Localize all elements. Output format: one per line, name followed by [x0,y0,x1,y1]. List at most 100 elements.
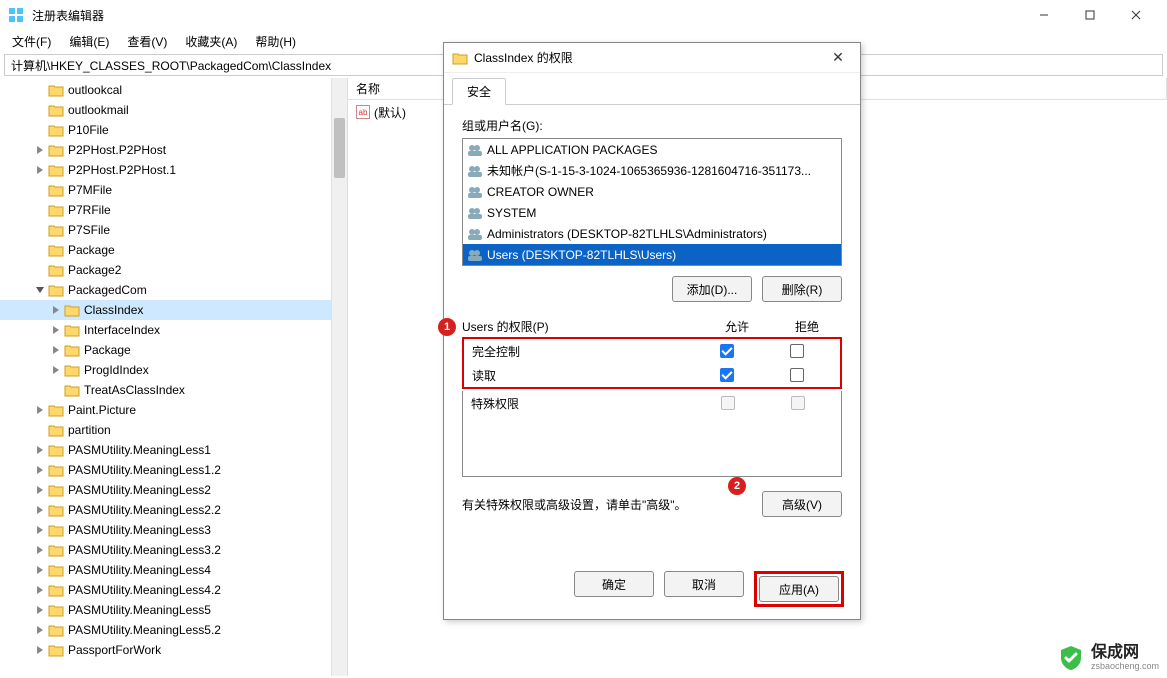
deny-read-checkbox[interactable] [790,368,804,382]
menu-favorites[interactable]: 收藏夹(A) [177,31,245,52]
dialog-titlebar[interactable]: ClassIndex 的权限 ✕ [444,43,860,73]
tree-row[interactable]: TreatAsClassIndex [0,380,347,400]
menu-edit[interactable]: 编辑(E) [61,31,117,52]
advanced-text: 有关特殊权限或高级设置，请单击"高级"。 [462,496,754,513]
tree-row[interactable]: PASMUtility.MeaningLess4.2 [0,580,347,600]
user-name: Users (DESKTOP-82TLHLS\Users) [487,248,676,262]
expander-icon[interactable] [32,586,48,594]
dialog-close-button[interactable]: ✕ [824,49,852,66]
registry-tree[interactable]: outlookcaloutlookmailP10FileP2PHost.P2PH… [0,78,347,662]
tree-row[interactable]: PASMUtility.MeaningLess2 [0,480,347,500]
menu-file[interactable]: 文件(F) [4,31,59,52]
tree-row[interactable]: PassportForWork [0,640,347,660]
folder-icon [48,183,64,197]
tree-row[interactable]: outlookcal [0,80,347,100]
maximize-button[interactable] [1067,0,1113,30]
perm-name: 读取 [472,367,692,384]
user-row[interactable]: Users (DESKTOP-82TLHLS\Users) [463,244,841,265]
tree-scrollbar[interactable] [331,78,347,676]
minimize-button[interactable] [1021,0,1067,30]
watermark: 保成网 zsbaocheng.com [1057,644,1159,672]
expander-icon[interactable] [32,486,48,494]
tree-row[interactable]: P10File [0,120,347,140]
add-button[interactable]: 添加(D)... [672,276,752,302]
expander-icon[interactable] [32,526,48,534]
watermark-url: zsbaocheng.com [1091,662,1159,672]
tree-label: Package [84,343,131,357]
deny-full-control-checkbox[interactable] [790,344,804,358]
close-button[interactable] [1113,0,1159,30]
tree-row[interactable]: P7SFile [0,220,347,240]
user-row[interactable]: 未知帐户(S-1-15-3-1024-1065365936-1281604716… [463,160,841,181]
folder-icon [48,563,64,577]
expander-icon[interactable] [32,446,48,454]
tree-row[interactable]: PASMUtility.MeaningLess4 [0,560,347,580]
ok-button[interactable]: 确定 [574,571,654,597]
tree-row[interactable]: PASMUtility.MeaningLess1.2 [0,460,347,480]
expander-icon[interactable] [32,626,48,634]
folder-icon [48,223,64,237]
tree-row[interactable]: P2PHost.P2PHost [0,140,347,160]
tree-row[interactable]: P7RFile [0,200,347,220]
tree-row[interactable]: Package [0,240,347,260]
tree-row[interactable]: Package [0,340,347,360]
expander-icon[interactable] [32,506,48,514]
user-name: ALL APPLICATION PACKAGES [487,143,658,157]
user-row[interactable]: CREATOR OWNER [463,181,841,202]
tree-row[interactable]: partition [0,420,347,440]
expander-icon[interactable] [32,606,48,614]
expander-icon[interactable] [32,406,48,414]
expander-icon[interactable] [32,146,48,154]
tree-row[interactable]: PASMUtility.MeaningLess3.2 [0,540,347,560]
tree-row[interactable]: PASMUtility.MeaningLess3 [0,520,347,540]
expander-icon[interactable] [48,306,64,314]
tree-row[interactable]: ProgIdIndex [0,360,347,380]
expander-icon[interactable] [32,566,48,574]
annotation-badge-1: 1 [438,318,456,336]
expander-icon[interactable] [32,166,48,174]
allow-full-control-checkbox[interactable] [720,344,734,358]
folder-icon [452,51,468,65]
folder-icon [64,343,80,357]
folder-icon [48,483,64,497]
expander-icon[interactable] [48,326,64,334]
folder-icon [48,203,64,217]
user-name: 未知帐户(S-1-15-3-1024-1065365936-1281604716… [487,162,811,179]
expander-icon[interactable] [32,646,48,654]
user-row[interactable]: SYSTEM [463,202,841,223]
tree-row[interactable]: PASMUtility.MeaningLess5.2 [0,620,347,640]
folder-icon [64,303,80,317]
tree-row[interactable]: ClassIndex [0,300,347,320]
folder-icon [48,403,64,417]
tree-row[interactable]: PASMUtility.MeaningLess2.2 [0,500,347,520]
tree-row[interactable]: Package2 [0,260,347,280]
group-users-label: 组或用户名(G): [462,117,842,134]
tree-row[interactable]: P2PHost.P2PHost.1 [0,160,347,180]
permissions-dialog: ClassIndex 的权限 ✕ 安全 组或用户名(G): ALL APPLIC… [443,42,861,620]
tree-row[interactable]: P7MFile [0,180,347,200]
tree-row[interactable]: InterfaceIndex [0,320,347,340]
watermark-name: 保成网 [1091,644,1159,662]
perm-row-special: 特殊权限 [463,391,841,415]
expander-icon[interactable] [48,366,64,374]
tree-row[interactable]: Paint.Picture [0,400,347,420]
cancel-button[interactable]: 取消 [664,571,744,597]
expander-icon[interactable] [32,466,48,474]
apply-button[interactable]: 应用(A) [759,576,839,602]
expander-icon[interactable] [32,546,48,554]
advanced-button[interactable]: 高级(V) [762,491,842,517]
tree-row[interactable]: PASMUtility.MeaningLess1 [0,440,347,460]
menu-help[interactable]: 帮助(H) [247,31,304,52]
tree-row[interactable]: PASMUtility.MeaningLess5 [0,600,347,620]
menu-view[interactable]: 查看(V) [119,31,175,52]
tree-row[interactable]: outlookmail [0,100,347,120]
expander-icon[interactable] [48,346,64,354]
tree-row[interactable]: PackagedCom [0,280,347,300]
user-row[interactable]: ALL APPLICATION PACKAGES [463,139,841,160]
allow-read-checkbox[interactable] [720,368,734,382]
expander-icon[interactable] [32,286,48,294]
user-row[interactable]: Administrators (DESKTOP-82TLHLS\Administ… [463,223,841,244]
tab-security[interactable]: 安全 [452,78,506,105]
remove-button[interactable]: 删除(R) [762,276,842,302]
users-listbox[interactable]: ALL APPLICATION PACKAGES 未知帐户(S-1-15-3-10… [462,138,842,266]
